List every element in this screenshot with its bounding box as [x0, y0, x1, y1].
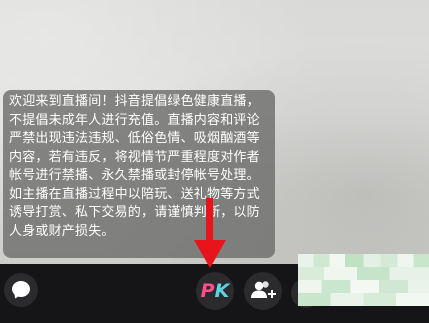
chat-bubble-tail [12, 291, 22, 301]
chat-button[interactable] [4, 273, 38, 307]
blurred-region-row [298, 267, 429, 280]
pk-icon-k: K [214, 280, 230, 302]
pk-button[interactable]: PK [196, 272, 234, 310]
live-room-notice: 欢迎来到直播间！抖音提倡绿色健康直播，不提倡未成年人进行充值。直播内容和评论严禁… [3, 90, 275, 258]
red-arrow-annotation [194, 198, 226, 268]
add-friend-button[interactable] [244, 272, 282, 310]
live-room-screen: 欢迎来到直播间！抖音提倡绿色健康直播，不提倡未成年人进行充值。直播内容和评论严禁… [0, 0, 429, 323]
pk-icon-p: P [200, 280, 215, 302]
blurred-region-row [298, 280, 429, 293]
add-friend-icon [251, 281, 276, 298]
blurred-region-row [298, 293, 429, 306]
